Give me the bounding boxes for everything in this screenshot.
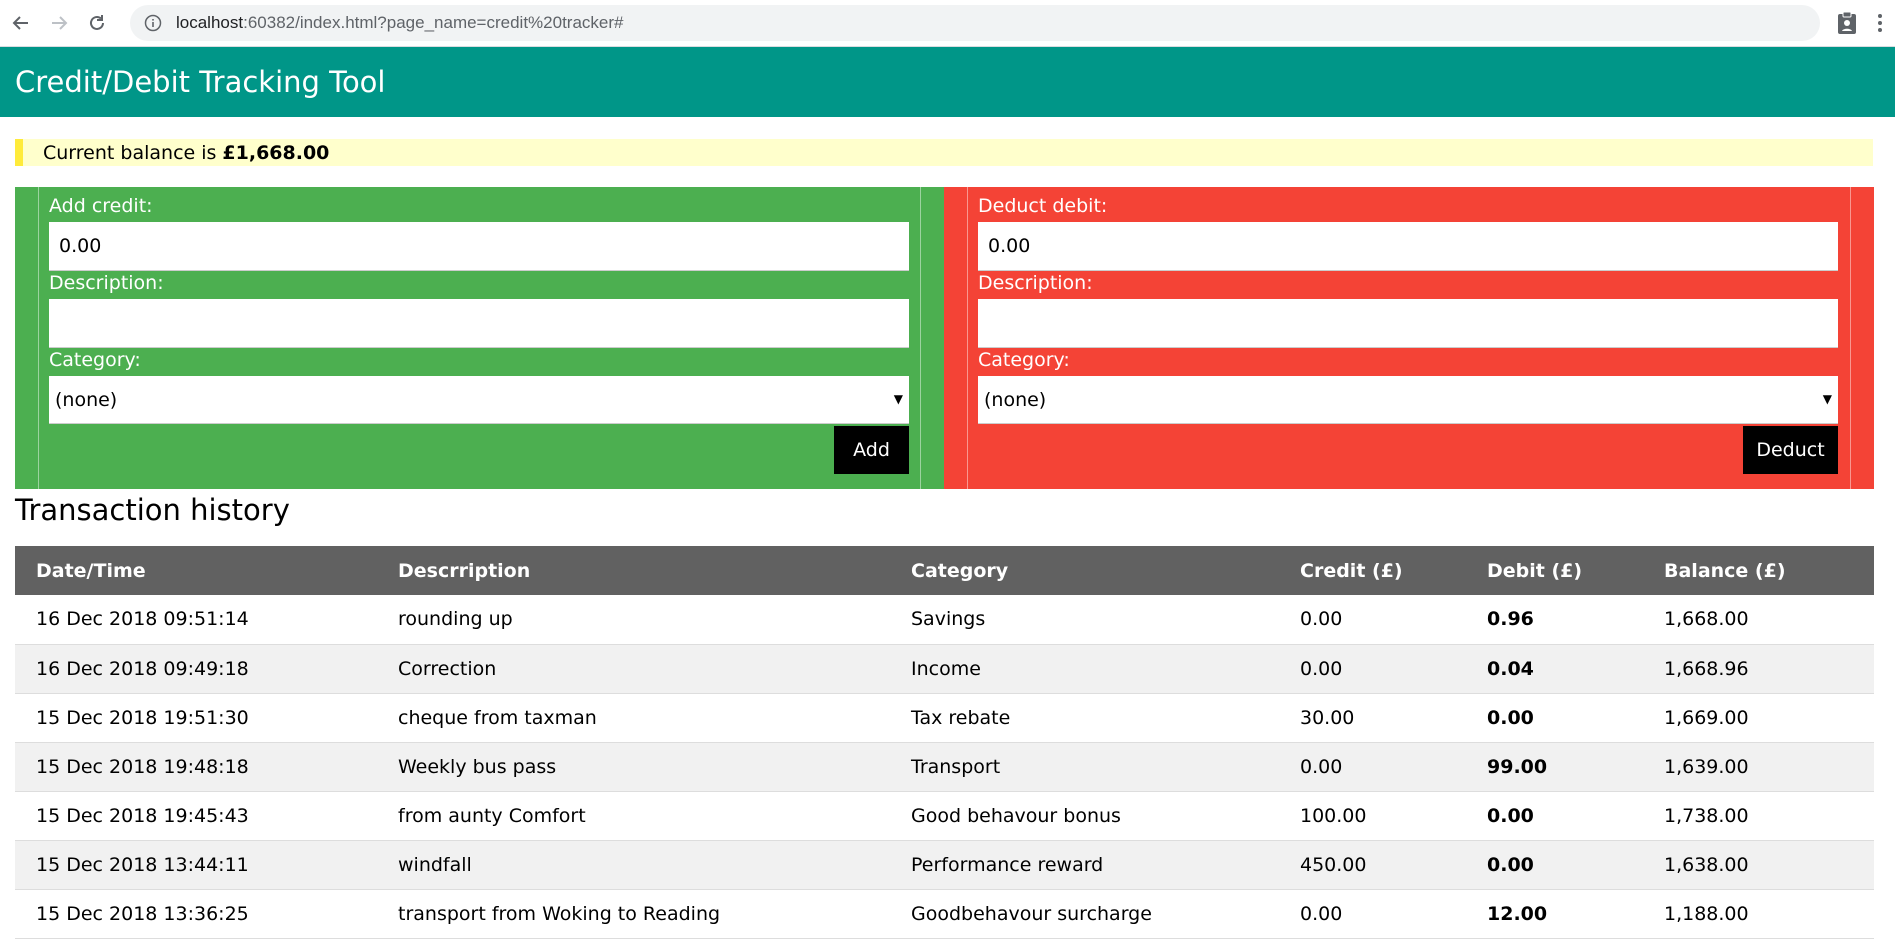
url-host: localhost (176, 13, 244, 32)
cell-category: Performance reward (890, 840, 1279, 890)
cell-description: cheque from taxman (377, 693, 890, 743)
credit-description-label: Description: (49, 272, 164, 294)
debit-amount-input[interactable] (978, 222, 1838, 271)
debit-category-select[interactable]: (none) ▼ (978, 376, 1838, 424)
cell-datetime: 16 Dec 2018 09:51:14 (15, 595, 377, 645)
col-header-datetime: Date/Time (15, 546, 377, 595)
cell-category: Income (890, 644, 1279, 694)
credit-category-select[interactable]: (none) ▼ (49, 376, 909, 424)
kebab-menu-icon[interactable] (1872, 10, 1888, 36)
cell-datetime: 15 Dec 2018 19:51:30 (15, 693, 377, 743)
cell-credit: 100.00 (1279, 791, 1466, 841)
cell-debit: 0.04 (1466, 644, 1643, 694)
cell-credit: 0.00 (1279, 595, 1466, 645)
balance-prefix: Current balance is (43, 141, 217, 164)
col-header-category: Category (890, 546, 1279, 595)
cell-description: windfall (377, 840, 890, 890)
cell-debit: 0.96 (1466, 595, 1643, 645)
cell-category: Good behavour bonus (890, 791, 1279, 841)
cell-debit: 0.00 (1466, 840, 1643, 890)
balance-amount: £1,668.00 (222, 141, 330, 164)
credit-category-label: Category: (49, 349, 141, 371)
back-button[interactable] (4, 6, 38, 40)
cell-datetime: 16 Dec 2018 09:49:18 (15, 644, 377, 694)
cell-category: Tax rebate (890, 693, 1279, 743)
credit-amount-input[interactable] (49, 222, 909, 271)
cell-balance: 1,668.96 (1643, 644, 1874, 694)
url-path: :60382/index.html?page_name=credit%20tra… (243, 13, 624, 32)
debit-description-label: Description: (978, 272, 1093, 294)
cell-category: Goodbehavour surcharge (890, 889, 1279, 939)
credit-form: Add credit: Description: Category: (none… (38, 187, 921, 489)
debit-amount-label: Deduct debit: (978, 195, 1108, 217)
address-bar[interactable]: localhost:60382/index.html?page_name=cre… (130, 5, 1820, 41)
reload-button[interactable] (80, 6, 114, 40)
cell-balance: 1,638.00 (1643, 840, 1874, 890)
cell-balance: 1,188.00 (1643, 889, 1874, 939)
credit-description-input[interactable] (49, 299, 909, 348)
cell-datetime: 15 Dec 2018 19:45:43 (15, 791, 377, 841)
table-row: 16 Dec 2018 09:49:18 Correction Income 0… (15, 644, 1874, 694)
forward-arrow-icon (52, 16, 68, 30)
cell-credit: 450.00 (1279, 840, 1466, 890)
debit-panel: Deduct debit: Description: Category: (no… (944, 187, 1874, 489)
cell-description: rounding up (377, 595, 890, 645)
cell-datetime: 15 Dec 2018 13:36:25 (15, 889, 377, 939)
cell-debit: 0.00 (1466, 791, 1643, 841)
cell-balance: 1,668.00 (1643, 595, 1874, 645)
cell-balance: 1,669.00 (1643, 693, 1874, 743)
cell-balance: 1,639.00 (1643, 742, 1874, 792)
credit-panel: Add credit: Description: Category: (none… (15, 187, 944, 489)
debit-description-input[interactable] (978, 299, 1838, 348)
cell-datetime: 15 Dec 2018 19:48:18 (15, 742, 377, 792)
table-row: 15 Dec 2018 19:51:30 cheque from taxman … (15, 693, 1874, 743)
table-row: 15 Dec 2018 19:48:18 Weekly bus pass Tra… (15, 742, 1874, 792)
table-header-row: Date/Time Descrription Category Credit (… (15, 546, 1874, 595)
table-row: 16 Dec 2018 09:51:14 rounding up Savings… (15, 595, 1874, 645)
col-header-debit: Debit (£) (1466, 546, 1643, 595)
col-header-balance: Balance (£) (1643, 546, 1874, 595)
debit-category-label: Category: (978, 349, 1070, 371)
cell-balance: 1,738.00 (1643, 791, 1874, 841)
credit-category-value: (none) (55, 388, 118, 411)
cell-description: Correction (377, 644, 890, 694)
back-arrow-icon (12, 16, 28, 30)
table-row: 15 Dec 2018 19:45:43 from aunty Comfort … (15, 791, 1874, 841)
transaction-table: Date/Time Descrription Category Credit (… (15, 546, 1874, 939)
table-row: 15 Dec 2018 13:36:25 transport from Woki… (15, 889, 1874, 939)
reload-icon (90, 15, 104, 30)
debit-form: Deduct debit: Description: Category: (no… (967, 187, 1851, 489)
cell-credit: 0.00 (1279, 889, 1466, 939)
table-row: 15 Dec 2018 13:44:11 windfall Performanc… (15, 840, 1874, 890)
balance-note: Current balance is £1,668.00 (15, 139, 1873, 166)
deduct-debit-button[interactable]: Deduct (1743, 426, 1838, 474)
cell-description: transport from Woking to Reading (377, 889, 890, 939)
browser-toolbar: localhost:60382/index.html?page_name=cre… (0, 0, 1895, 47)
cell-debit: 0.00 (1466, 693, 1643, 743)
cell-credit: 0.00 (1279, 644, 1466, 694)
cell-credit: 0.00 (1279, 742, 1466, 792)
cell-datetime: 15 Dec 2018 13:44:11 (15, 840, 377, 890)
cell-debit: 99.00 (1466, 742, 1643, 792)
credit-amount-label: Add credit: (49, 195, 153, 217)
cell-category: Transport (890, 742, 1279, 792)
dropdown-caret-icon: ▼ (893, 392, 903, 406)
add-credit-button[interactable]: Add (834, 426, 909, 474)
cell-category: Savings (890, 595, 1279, 645)
info-icon (144, 14, 162, 32)
forward-button[interactable] (42, 6, 76, 40)
history-title: Transaction history (15, 493, 290, 527)
debit-category-value: (none) (984, 388, 1047, 411)
cell-debit: 12.00 (1466, 889, 1643, 939)
col-header-description: Descrription (377, 546, 890, 595)
clipboard-icon[interactable] (1834, 10, 1860, 36)
cell-credit: 30.00 (1279, 693, 1466, 743)
app-title: Credit/Debit Tracking Tool (15, 65, 386, 99)
col-header-credit: Credit (£) (1279, 546, 1466, 595)
cell-description: from aunty Comfort (377, 791, 890, 841)
app-header: Credit/Debit Tracking Tool (0, 47, 1895, 117)
cell-description: Weekly bus pass (377, 742, 890, 792)
dropdown-caret-icon: ▼ (1822, 392, 1832, 406)
